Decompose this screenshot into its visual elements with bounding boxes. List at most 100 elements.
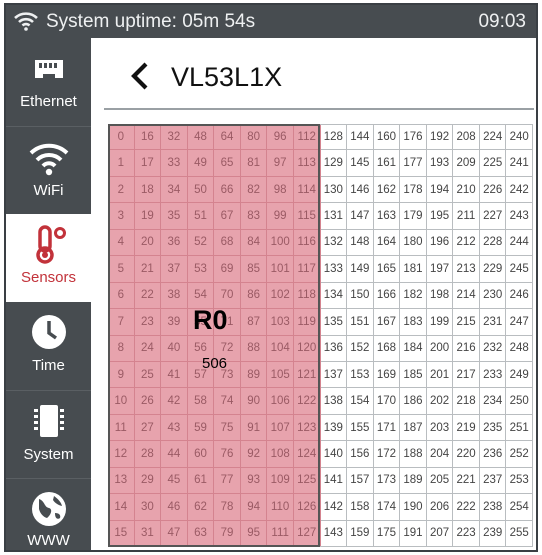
- spad-cell[interactable]: 24: [134, 335, 162, 362]
- spad-cell[interactable]: 0: [108, 124, 135, 151]
- spad-cell[interactable]: 2: [108, 176, 135, 204]
- spad-cell[interactable]: 20: [134, 229, 162, 257]
- spad-cell[interactable]: 142: [320, 494, 348, 521]
- spad-cell[interactable]: 105: [267, 361, 294, 389]
- spad-cell[interactable]: 180: [400, 229, 427, 257]
- spad-cell[interactable]: 192: [426, 124, 454, 151]
- spad-cell[interactable]: 60: [187, 441, 215, 468]
- spad-cell[interactable]: 112: [293, 124, 321, 151]
- spad-cell[interactable]: 106: [267, 388, 294, 415]
- spad-cell[interactable]: 83: [240, 203, 268, 230]
- spad-cell[interactable]: 182: [400, 282, 427, 310]
- spad-cell[interactable]: 149: [347, 256, 374, 283]
- spad-cell[interactable]: 30: [134, 494, 162, 521]
- spad-cell[interactable]: 238: [479, 494, 507, 521]
- spad-cell[interactable]: 58: [187, 388, 215, 415]
- spad-cell[interactable]: 82: [240, 176, 268, 204]
- spad-cell[interactable]: 90: [240, 388, 268, 415]
- spad-cell[interactable]: 148: [347, 229, 374, 257]
- spad-cell[interactable]: 172: [373, 441, 401, 468]
- spad-cell[interactable]: 107: [267, 414, 294, 442]
- spad-cell[interactable]: 187: [400, 414, 427, 442]
- spad-cell[interactable]: 217: [453, 361, 480, 389]
- spad-cell[interactable]: 102: [267, 282, 294, 310]
- spad-cell[interactable]: 234: [479, 388, 507, 415]
- spad-cell[interactable]: 44: [161, 441, 188, 468]
- spad-cell[interactable]: 189: [400, 467, 427, 495]
- spad-cell[interactable]: 34: [161, 176, 188, 204]
- spad-cell[interactable]: 218: [453, 388, 480, 415]
- spad-cell[interactable]: 199: [426, 309, 454, 336]
- spad-cell[interactable]: 21: [134, 256, 162, 283]
- spad-cell[interactable]: 140: [320, 441, 348, 468]
- spad-cell[interactable]: 47: [161, 520, 188, 547]
- spad-cell[interactable]: 88: [240, 335, 268, 362]
- sidebar-item-system[interactable]: System: [6, 390, 91, 478]
- spad-cell[interactable]: 197: [426, 256, 454, 283]
- spad-cell[interactable]: 242: [506, 176, 533, 204]
- spad-cell[interactable]: 128: [320, 124, 348, 151]
- spad-cell[interactable]: 247: [506, 309, 533, 336]
- spad-cell[interactable]: 152: [347, 335, 374, 362]
- spad-cell[interactable]: 99: [267, 203, 294, 230]
- spad-cell[interactable]: 198: [426, 282, 454, 310]
- spad-cell[interactable]: 28: [134, 441, 162, 468]
- spad-cell[interactable]: 19: [134, 203, 162, 230]
- spad-cell[interactable]: 146: [347, 176, 374, 204]
- spad-cell[interactable]: 48: [187, 124, 215, 151]
- spad-cell[interactable]: 141: [320, 467, 348, 495]
- spad-cell[interactable]: 190: [400, 494, 427, 521]
- spad-cell[interactable]: 110: [267, 494, 294, 521]
- spad-cell[interactable]: 1: [108, 150, 135, 177]
- spad-cell[interactable]: 40: [161, 335, 188, 362]
- spad-cell[interactable]: 75: [214, 414, 241, 442]
- sidebar-item-time[interactable]: Time: [6, 302, 91, 390]
- spad-cell[interactable]: 129: [320, 150, 348, 177]
- spad-cell[interactable]: 62: [187, 494, 215, 521]
- spad-cell[interactable]: 214: [453, 282, 480, 310]
- spad-cell[interactable]: 210: [453, 176, 480, 204]
- spad-cell[interactable]: 122: [293, 388, 321, 415]
- spad-cell[interactable]: 101: [267, 256, 294, 283]
- spad-cell[interactable]: 63: [187, 520, 215, 547]
- spad-cell[interactable]: 165: [373, 256, 401, 283]
- spad-cell[interactable]: 95: [240, 520, 268, 547]
- spad-cell[interactable]: 53: [187, 256, 215, 283]
- spad-cell[interactable]: 135: [320, 309, 348, 336]
- spad-cell[interactable]: 236: [479, 441, 507, 468]
- spad-cell[interactable]: 92: [240, 441, 268, 468]
- spad-cell[interactable]: 204: [426, 441, 454, 468]
- spad-cell[interactable]: 117: [293, 256, 321, 283]
- spad-cell[interactable]: 23: [134, 309, 162, 336]
- spad-cell[interactable]: 167: [373, 309, 401, 336]
- spad-cell[interactable]: 139: [320, 414, 348, 442]
- spad-cell[interactable]: 113: [293, 150, 321, 177]
- spad-cell[interactable]: 115: [293, 203, 321, 230]
- spad-cell[interactable]: 241: [506, 150, 533, 177]
- spad-cell[interactable]: 81: [240, 150, 268, 177]
- spad-cell[interactable]: 231: [479, 309, 507, 336]
- spad-cell[interactable]: 245: [506, 256, 533, 283]
- spad-cell[interactable]: 250: [506, 388, 533, 415]
- spad-cell[interactable]: 164: [373, 229, 401, 257]
- spad-cell[interactable]: 200: [426, 335, 454, 362]
- spad-cell[interactable]: 80: [240, 124, 268, 151]
- spad-cell[interactable]: 66: [214, 176, 241, 204]
- spad-cell[interactable]: 150: [347, 282, 374, 310]
- spad-cell[interactable]: 130: [320, 176, 348, 204]
- spad-cell[interactable]: 132: [320, 229, 348, 257]
- spad-cell[interactable]: 145: [347, 150, 374, 177]
- spad-cell[interactable]: 123: [293, 414, 321, 442]
- spad-cell[interactable]: 126: [293, 494, 321, 521]
- spad-cell[interactable]: 202: [426, 388, 454, 415]
- spad-cell[interactable]: 65: [214, 150, 241, 177]
- spad-cell[interactable]: 216: [453, 335, 480, 362]
- spad-cell[interactable]: 13: [108, 467, 135, 495]
- spad-cell[interactable]: 127: [293, 520, 321, 547]
- spad-cell[interactable]: 91: [240, 414, 268, 442]
- spad-cell[interactable]: 163: [373, 203, 401, 230]
- spad-cell[interactable]: 96: [267, 124, 294, 151]
- spad-cell[interactable]: 15: [108, 520, 135, 547]
- spad-cell[interactable]: 186: [400, 388, 427, 415]
- spad-cell[interactable]: 16: [134, 124, 162, 151]
